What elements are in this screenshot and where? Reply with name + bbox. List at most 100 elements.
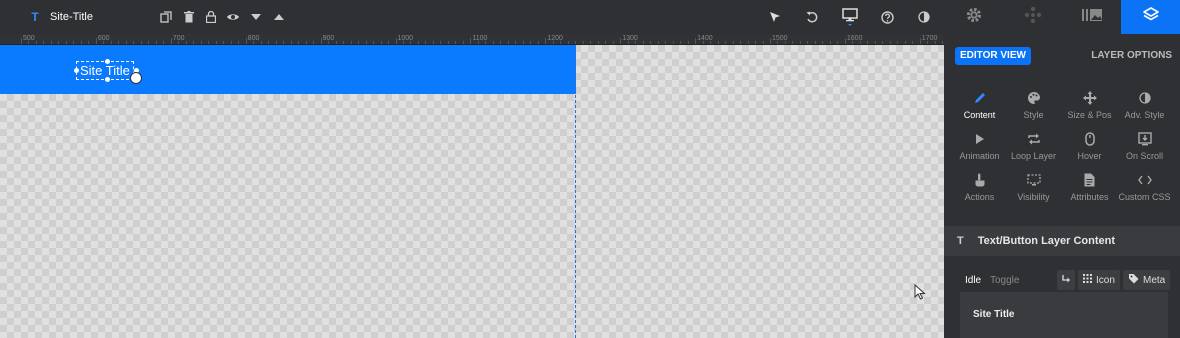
option-style[interactable]: Style bbox=[1004, 90, 1063, 130]
scroll-icon bbox=[1115, 131, 1174, 147]
duplicate-icon[interactable] bbox=[156, 0, 176, 34]
meta-button[interactable]: Meta bbox=[1123, 270, 1171, 290]
ruler-tick bbox=[545, 38, 547, 44]
ruler-tick bbox=[814, 41, 816, 44]
ruler-tick bbox=[455, 41, 457, 44]
option-content[interactable]: Content bbox=[950, 90, 1009, 130]
ruler-tick bbox=[927, 41, 929, 44]
ruler-tick bbox=[874, 41, 876, 44]
ruler-tick bbox=[290, 41, 292, 44]
layer-title[interactable]: Site-Title bbox=[50, 11, 93, 23]
tab-navigation[interactable] bbox=[1003, 0, 1062, 34]
content-textarea[interactable]: Site Title bbox=[960, 292, 1168, 338]
ruler-tick bbox=[208, 41, 210, 44]
ruler-tick bbox=[807, 41, 809, 44]
option-loop-layer[interactable]: Loop Layer bbox=[1004, 131, 1063, 171]
arrow-down-icon[interactable] bbox=[246, 0, 266, 34]
ruler-tick bbox=[268, 41, 270, 44]
link-button[interactable] bbox=[1057, 270, 1075, 290]
ruler-tick bbox=[680, 41, 682, 44]
layer-options-panel: EDITOR VIEW LAYER OPTIONS Content Style … bbox=[944, 34, 1180, 338]
pointer-icon[interactable] bbox=[765, 0, 785, 34]
ruler-tick bbox=[642, 41, 644, 44]
resize-handle[interactable] bbox=[105, 59, 110, 64]
grid-guide-line bbox=[575, 45, 576, 338]
ruler-tick bbox=[732, 41, 734, 44]
ruler-tick bbox=[170, 38, 172, 44]
ruler-tick bbox=[762, 41, 764, 44]
ruler-tick bbox=[432, 41, 434, 44]
help-icon[interactable] bbox=[877, 0, 897, 34]
arrow-up-icon[interactable] bbox=[269, 0, 289, 34]
ruler-tick bbox=[110, 41, 112, 44]
hand-icon bbox=[950, 172, 1009, 188]
top-toolbar: T Site-Title bbox=[0, 0, 1180, 34]
resize-handle[interactable] bbox=[105, 77, 110, 82]
tab-settings[interactable] bbox=[944, 0, 1003, 34]
section-header-layer-content[interactable]: T Text/Button Layer Content bbox=[944, 226, 1180, 256]
ruler-tick bbox=[103, 41, 105, 44]
option-animation[interactable]: Animation bbox=[950, 131, 1009, 171]
ruler-tick bbox=[515, 41, 517, 44]
ruler-tick bbox=[395, 38, 397, 44]
undo-icon[interactable] bbox=[802, 0, 822, 34]
mouse-icon bbox=[1060, 131, 1119, 147]
ruler-tick bbox=[425, 41, 427, 44]
ruler-tick bbox=[822, 41, 824, 44]
ruler-tick bbox=[934, 41, 936, 44]
editor-view-button[interactable]: EDITOR VIEW bbox=[955, 47, 1031, 65]
ruler-tick bbox=[470, 38, 472, 44]
contrast-icon bbox=[1115, 90, 1174, 106]
ruler-tick bbox=[88, 41, 90, 44]
ruler-tick bbox=[223, 41, 225, 44]
ruler-tick bbox=[650, 41, 652, 44]
option-size-pos[interactable]: Size & Pos bbox=[1060, 90, 1119, 130]
ruler-tick bbox=[597, 41, 599, 44]
option-custom-css[interactable]: Custom CSS bbox=[1115, 172, 1174, 212]
pencil-icon bbox=[950, 90, 1009, 106]
editor-canvas[interactable]: Site Title bbox=[0, 45, 944, 338]
ruler-tick bbox=[799, 41, 801, 44]
resize-handle[interactable] bbox=[74, 68, 79, 73]
move-icon bbox=[1060, 90, 1119, 106]
option-adv-style[interactable]: Adv. Style bbox=[1115, 90, 1174, 130]
ruler-tick bbox=[178, 41, 180, 44]
ruler-tick bbox=[358, 41, 360, 44]
lock-icon[interactable] bbox=[201, 0, 221, 34]
ruler-tick bbox=[605, 41, 607, 44]
ruler-tick bbox=[627, 41, 629, 44]
desktop-icon[interactable] bbox=[840, 0, 860, 34]
option-visibility[interactable]: Visibility bbox=[1004, 172, 1063, 212]
layer-name[interactable]: T Site-Title bbox=[30, 0, 93, 34]
option-actions[interactable]: Actions bbox=[950, 172, 1009, 212]
trash-icon[interactable] bbox=[179, 0, 199, 34]
ruler-tick bbox=[320, 38, 322, 44]
tab-media[interactable] bbox=[1062, 0, 1121, 34]
ruler-tick bbox=[95, 38, 97, 44]
ruler-tick bbox=[118, 41, 120, 44]
layer-options-tab[interactable]: LAYER OPTIONS bbox=[1091, 50, 1172, 61]
ruler-tick bbox=[410, 41, 412, 44]
ruler-tick bbox=[740, 41, 742, 44]
ruler-tick bbox=[230, 41, 232, 44]
ruler-tick bbox=[784, 41, 786, 44]
icon-button[interactable]: Icon bbox=[1078, 270, 1120, 290]
tab-layers[interactable] bbox=[1121, 0, 1180, 34]
ruler-tick bbox=[859, 41, 861, 44]
resize-icon[interactable] bbox=[130, 72, 142, 84]
state-idle-tab[interactable]: Idle bbox=[965, 275, 981, 286]
ruler-tick bbox=[328, 41, 330, 44]
state-toggle-tab[interactable]: Toggle bbox=[990, 275, 1019, 286]
ruler-tick bbox=[58, 41, 60, 44]
ruler-tick bbox=[373, 41, 375, 44]
option-attributes[interactable]: Attributes bbox=[1060, 172, 1119, 212]
ruler-tick bbox=[710, 41, 712, 44]
ruler-tick bbox=[343, 41, 345, 44]
eye-icon[interactable] bbox=[223, 0, 243, 34]
option-on-scroll[interactable]: On Scroll bbox=[1115, 131, 1174, 171]
ruler-tick bbox=[567, 41, 569, 44]
ruler-tick bbox=[462, 41, 464, 44]
ruler-tick bbox=[447, 41, 449, 44]
contrast-icon[interactable] bbox=[914, 0, 934, 34]
option-hover[interactable]: Hover bbox=[1060, 131, 1119, 171]
